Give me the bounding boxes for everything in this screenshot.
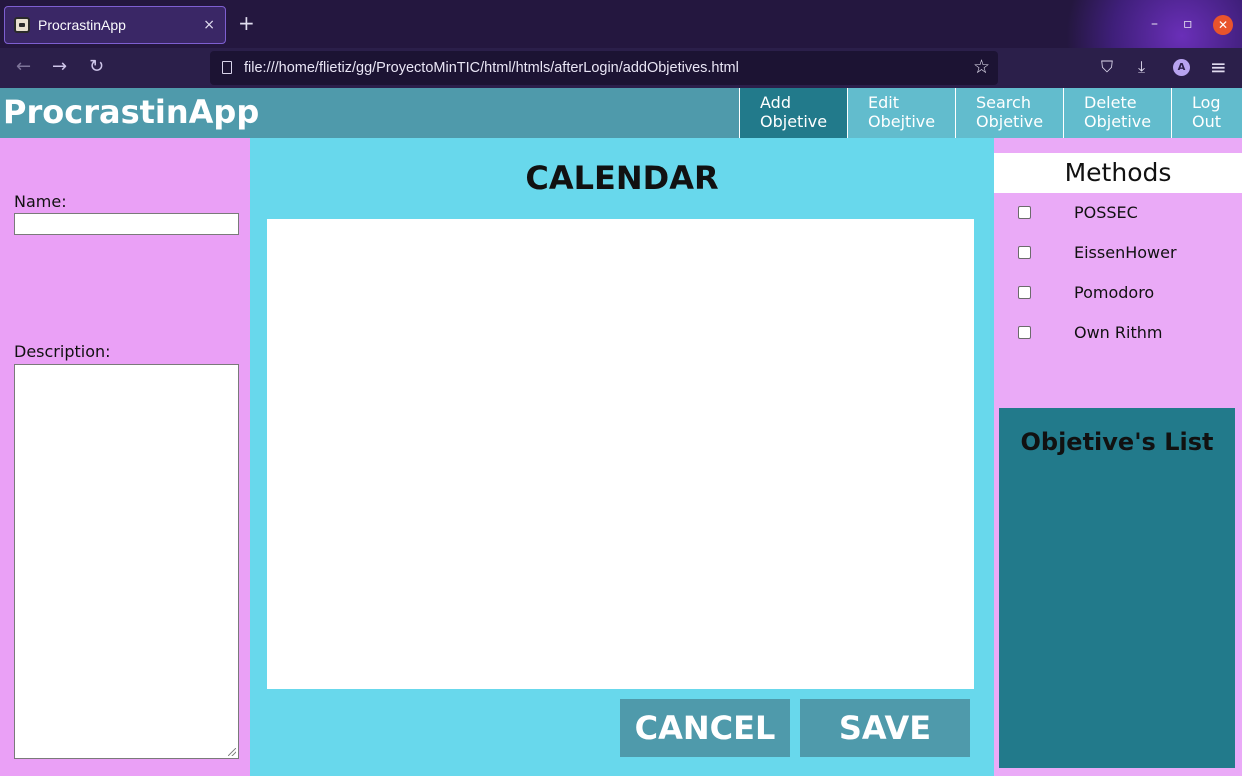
minimize-window-icon[interactable]: – [1151,14,1158,34]
nav-label-line2: Obejtive [868,112,936,131]
nav-label-line1: Add [760,93,791,112]
address-bar[interactable]: file:///home/flietiz/gg/ProyectoMinTIC/h… [210,51,998,85]
app-header: ProcrastinApp Add Objetive Edit Obejtive… [0,88,1242,138]
nav-label-line2: Out [1192,112,1222,131]
hamburger-menu-icon[interactable]: ≡ [1210,56,1227,78]
nav-label-line2: Objetive [976,112,1044,131]
resize-handle-icon[interactable] [228,748,236,756]
url-text[interactable]: file:///home/flietiz/gg/ProyectoMinTIC/h… [244,60,739,76]
nav-add-objetive[interactable]: Add Objetive [739,88,847,138]
tab-title: ProcrastinApp [38,17,126,33]
back-arrow-icon[interactable]: ← [16,56,31,78]
app-brand: ProcrastinApp [3,93,260,131]
pocket-icon[interactable]: ⛉ [1101,56,1113,78]
nav-label-line2: Objetive [1084,112,1152,131]
name-input[interactable] [14,213,239,235]
nav-search-objetive[interactable]: Search Objetive [955,88,1063,138]
browser-nav-bar: ← → ↻ file:///home/flietiz/gg/ProyectoMi… [0,48,1242,88]
browser-tab-bar: ProcrastinApp × + – ▫ ✕ [0,0,1242,48]
close-window-icon[interactable]: ✕ [1213,15,1233,35]
method-label: EissenHower [1074,243,1177,262]
description-label: Description: [14,342,111,361]
name-label: Name: [14,192,67,211]
calendar-title: CALENDAR [525,159,719,197]
description-textarea[interactable] [14,364,239,759]
maximize-window-icon[interactable]: ▫ [1183,14,1193,34]
main-nav: Add Objetive Edit Obejtive Search Objeti… [739,88,1242,138]
method-checkbox[interactable] [1018,286,1031,299]
method-checkbox[interactable] [1018,326,1031,339]
reload-icon[interactable]: ↻ [89,56,104,78]
objective-form: Name: Description: [0,138,250,776]
nav-label-line1: Search [976,93,1031,112]
calendar-panel: CALENDAR CANCEL SAVE [250,138,994,776]
objectives-list: Objetive's List [999,408,1235,768]
method-checkbox[interactable] [1018,246,1031,259]
calendar-area[interactable] [267,219,974,689]
bookmark-star-icon[interactable]: ☆ [973,56,990,78]
method-checkbox[interactable] [1018,206,1031,219]
objectives-list-title: Objetive's List [1020,428,1214,456]
cancel-button[interactable]: CANCEL [620,699,790,757]
nav-delete-objetive[interactable]: Delete Objetive [1063,88,1171,138]
method-label: POSSEC [1074,203,1138,222]
nav-label-line1: Log [1192,93,1221,112]
page: ProcrastinApp Add Objetive Edit Obejtive… [0,88,1242,776]
page-icon [222,61,232,74]
nav-label-line2: Objetive [760,112,828,131]
method-item-own-rithm[interactable]: Own Rithm [994,321,1242,345]
method-item-pomodoro[interactable]: Pomodoro [994,281,1242,305]
method-item-eissenhower[interactable]: EissenHower [994,241,1242,265]
methods-title: Methods [994,153,1242,193]
forward-arrow-icon[interactable]: → [52,56,67,78]
tab-close-icon[interactable]: × [203,16,215,34]
nav-edit-objetive[interactable]: Edit Obejtive [847,88,955,138]
method-item-possec[interactable]: POSSEC [994,201,1242,225]
downloads-icon[interactable]: ⤓ [1138,56,1145,78]
method-label: Pomodoro [1074,283,1155,302]
new-tab-button[interactable]: + [238,12,255,34]
method-label: Own Rithm [1074,323,1163,342]
nav-label-line1: Delete [1084,93,1137,112]
browser-tab[interactable]: ProcrastinApp × [4,6,226,44]
save-button[interactable]: SAVE [800,699,970,757]
nav-log-out[interactable]: Log Out [1171,88,1242,138]
app-favicon-icon [14,17,30,33]
nav-label-line1: Edit [868,93,899,112]
methods-panel: Methods POSSEC EissenHower Pomodoro Own … [994,138,1242,776]
account-avatar-icon[interactable]: A [1173,59,1190,76]
